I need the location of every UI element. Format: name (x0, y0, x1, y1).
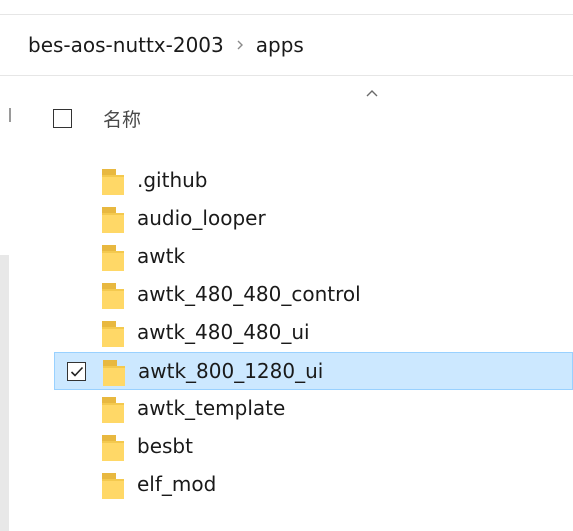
file-name: awtk_480_480_control (137, 282, 361, 306)
file-list: .github audio_looperawtk awtk_480_480_cont… (54, 162, 573, 504)
list-item[interactable]: elf_mod (54, 466, 573, 504)
select-all-checkbox[interactable] (53, 109, 72, 128)
folder-icon (100, 470, 126, 500)
file-name: awtk_480_480_ui (137, 320, 310, 344)
folder-icon (100, 242, 126, 272)
folder-icon (100, 394, 126, 424)
file-name: besbt (137, 434, 193, 458)
file-name: awtk (137, 244, 186, 268)
file-name: audio_looper (137, 206, 266, 230)
breadcrumb: bes-aos-nuttx-2003 apps (0, 14, 573, 76)
file-name: .github (137, 168, 208, 192)
navigation-pane-marker (9, 108, 11, 122)
list-item[interactable]: awtk_template (54, 390, 573, 428)
file-name: awtk_template (137, 396, 286, 420)
breadcrumb-item-root[interactable]: bes-aos-nuttx-2003 (28, 33, 224, 57)
list-item[interactable]: awtk_800_1280_ui (54, 352, 573, 390)
row-checkbox[interactable] (67, 362, 86, 381)
column-header-name[interactable]: 名称 (103, 105, 141, 132)
file-name: elf_mod (137, 472, 217, 496)
list-item[interactable]: awtk_480_480_ui (54, 314, 573, 352)
breadcrumb-item-current[interactable]: apps (256, 33, 304, 57)
list-item[interactable]: awtk (54, 238, 573, 276)
chevron-right-icon[interactable] (236, 39, 244, 51)
list-item[interactable]: .github (54, 162, 573, 200)
file-explorer-window: bes-aos-nuttx-2003 apps 名称 .github audio_… (0, 0, 573, 531)
column-header: 名称 (44, 90, 573, 142)
list-item[interactable]: besbt (54, 428, 573, 466)
checkmark-icon (70, 366, 83, 377)
navigation-scrollbar[interactable] (0, 255, 9, 531)
file-name: awtk_800_1280_ui (138, 359, 324, 383)
chevron-up-icon (365, 88, 379, 98)
folder-icon (100, 432, 126, 462)
list-item[interactable]: awtk_480_480_control (54, 276, 573, 314)
folder-icon (101, 357, 127, 387)
list-item[interactable]: audio_looper (54, 200, 573, 238)
folder-icon (100, 280, 126, 310)
folder-icon (100, 204, 126, 234)
folder-icon (100, 318, 126, 348)
folder-icon (100, 166, 126, 196)
